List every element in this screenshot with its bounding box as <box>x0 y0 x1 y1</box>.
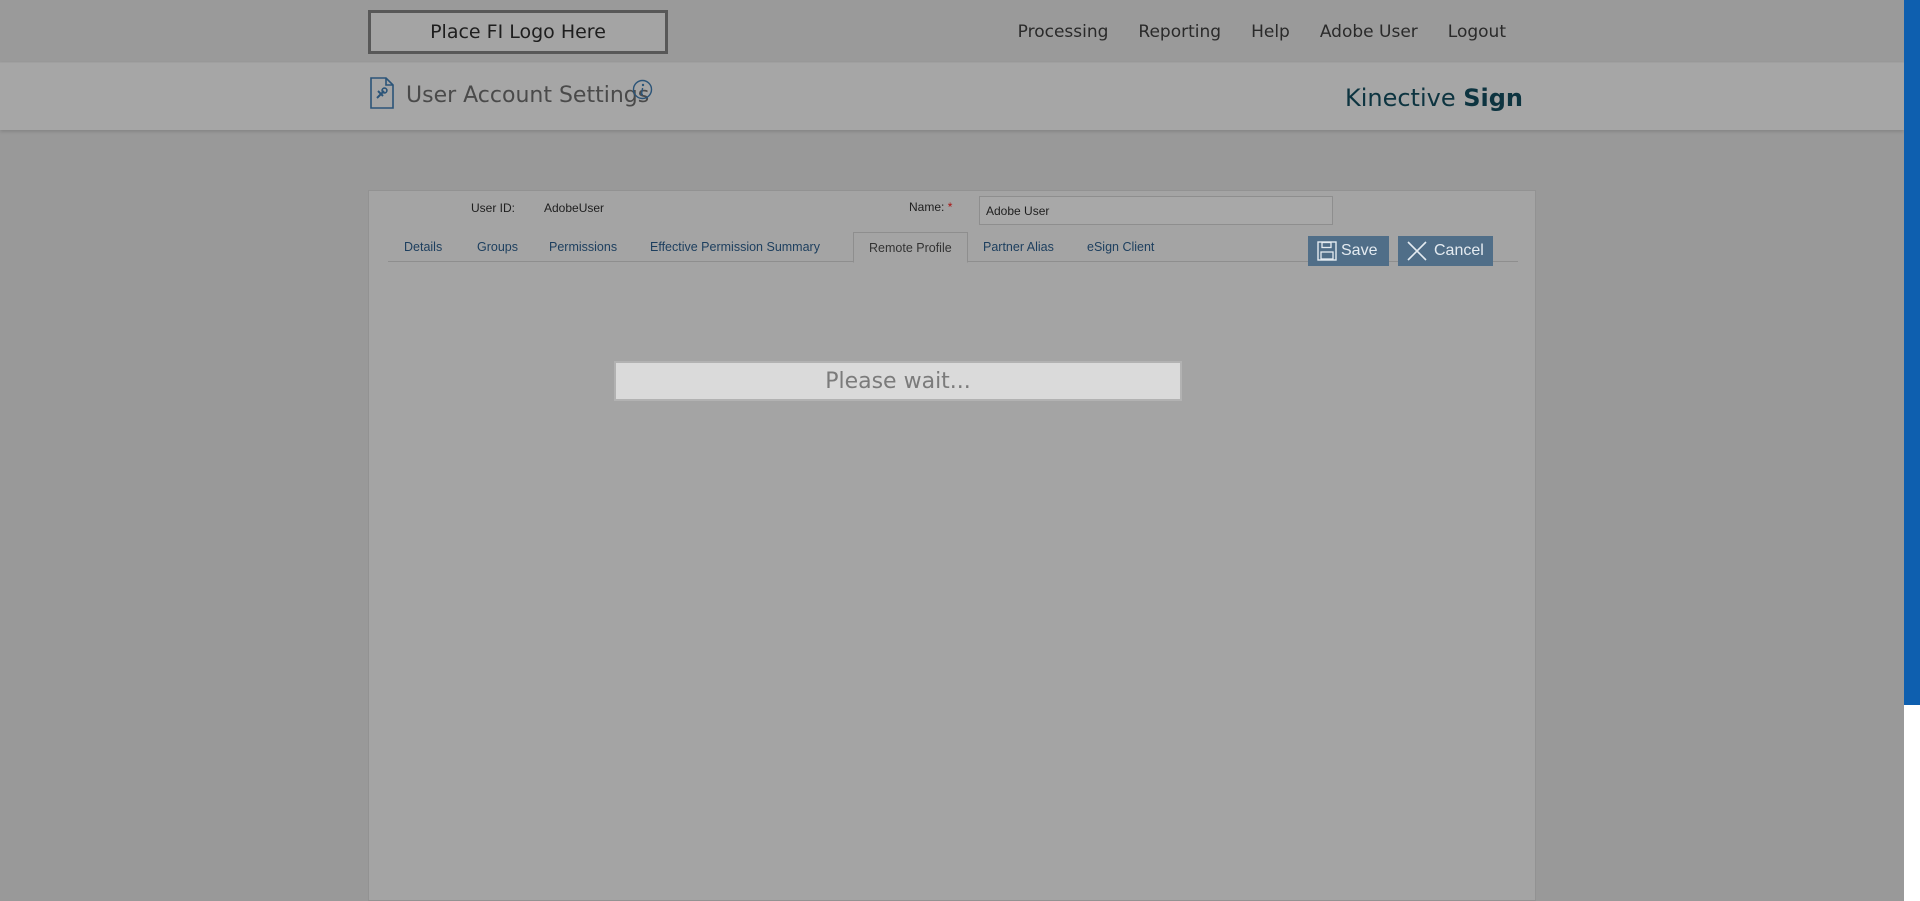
brand-name: Kinective <box>1344 84 1464 112</box>
nav-processing[interactable]: Processing <box>1018 22 1109 42</box>
settings-document-icon <box>370 77 394 109</box>
nav-logout[interactable]: Logout <box>1448 22 1506 42</box>
name-label-text: Name: <box>909 200 945 214</box>
floppy-disk-icon <box>1317 241 1337 261</box>
main-nav: Processing Reporting Help Adobe User Log… <box>1018 22 1506 42</box>
page-title: User Account Settings <box>406 83 650 108</box>
tab-details[interactable]: Details <box>404 232 442 262</box>
tab-esign-client[interactable]: eSign Client <box>1087 232 1154 262</box>
nav-help[interactable]: Help <box>1251 22 1290 42</box>
title-bar: User Account Settings Kinective Sign <box>0 62 1904 130</box>
save-button[interactable]: Save <box>1308 236 1389 266</box>
cancel-button-label: Cancel <box>1434 242 1484 259</box>
scrollbar[interactable] <box>1904 0 1920 705</box>
nav-user-menu[interactable]: Adobe User <box>1320 22 1418 42</box>
user-settings-panel: User ID: AdobeUser Name: * Details Group… <box>368 190 1536 901</box>
tab-remote-profile[interactable]: Remote Profile <box>853 232 968 263</box>
logo-placeholder: Place FI Logo Here <box>368 10 668 54</box>
cancel-button[interactable]: Cancel <box>1398 236 1493 266</box>
tab-permissions[interactable]: Permissions <box>549 232 617 262</box>
save-button-label: Save <box>1341 242 1378 259</box>
user-id-label: User ID: <box>471 201 516 215</box>
please-wait-dialog: Please wait... <box>614 361 1182 401</box>
logo-text: Place FI Logo Here <box>430 21 606 43</box>
info-icon[interactable] <box>632 79 653 100</box>
please-wait-text: Please wait... <box>825 368 971 394</box>
nav-reporting[interactable]: Reporting <box>1138 22 1221 42</box>
name-input[interactable] <box>979 196 1333 225</box>
top-bar: Place FI Logo Here Processing Reporting … <box>0 0 1904 62</box>
name-label: Name: * <box>909 200 952 214</box>
scrollbar-track <box>1904 705 1920 901</box>
brand-name-bold: Sign <box>1463 84 1523 112</box>
tab-groups[interactable]: Groups <box>477 232 518 262</box>
tab-partner-alias[interactable]: Partner Alias <box>983 232 1054 262</box>
required-marker: * <box>947 200 953 214</box>
close-icon <box>1407 241 1427 261</box>
tab-effective-permission-summary[interactable]: Effective Permission Summary <box>650 232 820 262</box>
user-id-value: AdobeUser <box>544 201 605 215</box>
brand-logo: Kinective Sign <box>1345 84 1523 112</box>
